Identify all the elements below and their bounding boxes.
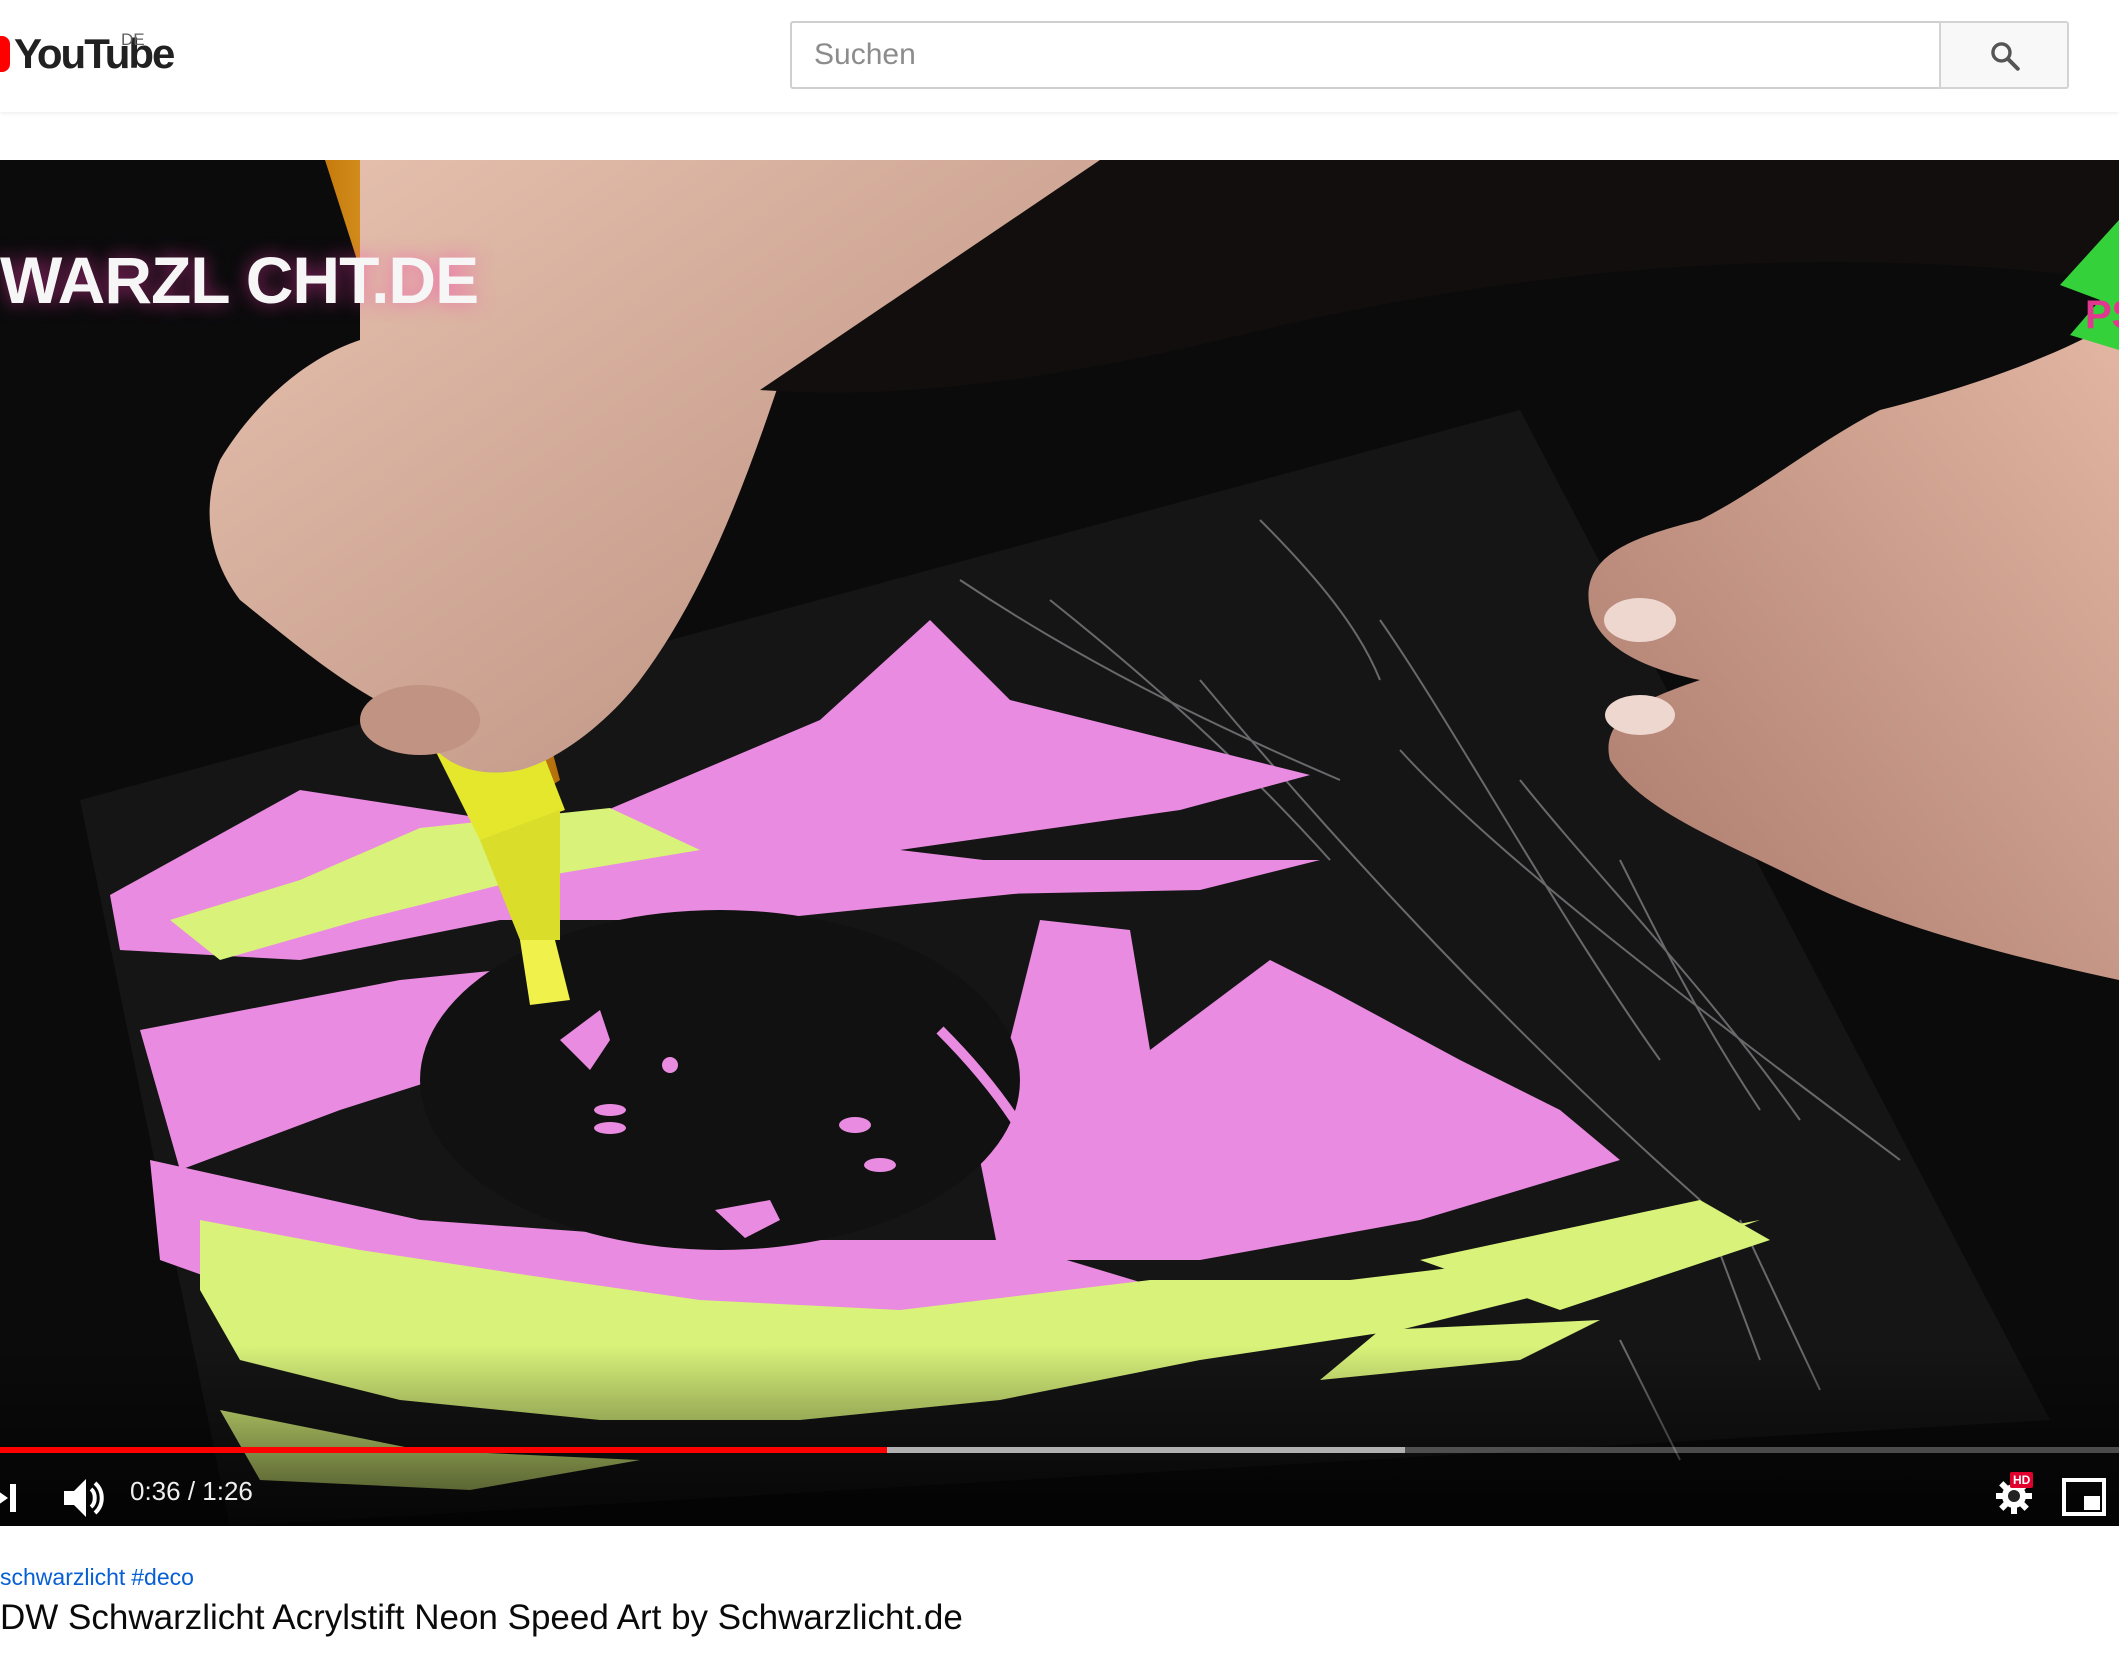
logo-text: YouTube: [14, 30, 175, 77]
progress-bar[interactable]: [0, 1447, 2119, 1453]
time-separator: /: [180, 1476, 203, 1506]
search-icon: [1991, 42, 2020, 71]
channel-watermark: WARZL CHT.DE: [0, 243, 479, 317]
search-input[interactable]: Suchen: [790, 21, 1939, 89]
country-code: DE: [121, 30, 145, 49]
current-time: 0:36: [130, 1476, 181, 1506]
masthead: YouTube DE Suchen: [0, 0, 2119, 112]
hashtag-link[interactable]: schwarzlicht: [0, 1564, 125, 1590]
duration: 1:26: [202, 1476, 253, 1506]
search-button[interactable]: [1939, 21, 2069, 89]
next-icon[interactable]: [0, 1478, 28, 1518]
controls-gradient: [0, 1346, 2119, 1526]
hashtag-list: schwarzlicht #deco: [0, 1564, 200, 1591]
hd-badge: HD: [2010, 1472, 2034, 1488]
video-player[interactable]: PS WARZL CHT.DE 0:36 / 1:26 HD: [0, 160, 2119, 1526]
youtube-logo-icon: [0, 36, 10, 72]
miniplayer-icon[interactable]: [2062, 1478, 2106, 1516]
hashtag-link[interactable]: #deco: [131, 1564, 194, 1590]
volume-icon[interactable]: [60, 1475, 106, 1521]
video-frame: PS: [0, 160, 2119, 1526]
time-display: 0:36 / 1:26: [130, 1476, 253, 1507]
svg-text:PS: PS: [2085, 293, 2119, 337]
progress-played: [0, 1447, 887, 1453]
video-title: DW Schwarzlicht Acrylstift Neon Speed Ar…: [0, 1598, 963, 1637]
